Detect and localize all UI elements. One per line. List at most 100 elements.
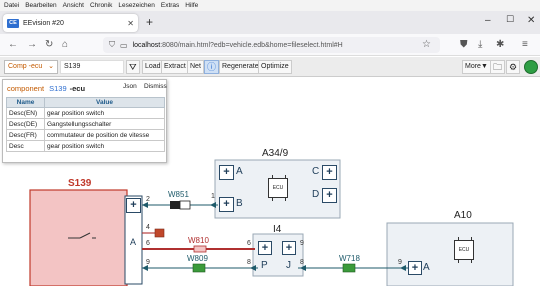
maximize-icon[interactable]: ☐	[506, 14, 514, 25]
downloads-icon[interactable]: ⤓	[478, 39, 482, 51]
table-row: Desc(FR) commutateur de position de vite…	[6, 129, 165, 141]
a34-title[interactable]: A34/9	[262, 148, 288, 159]
i4-pin-p-label: P	[261, 260, 268, 271]
connector-stub-red	[154, 228, 165, 238]
popup-kind: component	[7, 84, 45, 93]
pin-number: 1	[211, 193, 215, 200]
filter-icon[interactable]: ⛛	[126, 60, 140, 74]
i4-pin-p-expand-icon[interactable]: +	[258, 241, 272, 255]
table-row: Desc(EN) gear position switch	[6, 107, 165, 119]
wire-label-w809[interactable]: W809	[187, 254, 208, 263]
extract-button[interactable]: Extract	[161, 60, 189, 74]
a34-pin-d-expand-icon[interactable]: +	[322, 188, 337, 203]
a10-pin-a-label: A	[423, 262, 430, 273]
app-toolbar: Comp -ecu ⌄ S139 ⛛ Load Extract Net ⓘ Reg…	[0, 57, 540, 77]
component-type-select[interactable]: Comp -ecu ⌄	[4, 60, 58, 74]
a10-ecu-chip-icon: ECU	[454, 237, 474, 263]
menu-lesezeichen[interactable]: Lesezeichen	[118, 2, 155, 9]
properties-table: Name Value Desc(EN) gear position switch…	[6, 97, 165, 152]
s139-body[interactable]	[29, 189, 128, 286]
url-bar[interactable]: ⛉ ▭ localhost:8080/main.html?edb=vehicle…	[103, 37, 440, 53]
a34-pin-c-label: C	[312, 166, 320, 177]
menu-bearbeiten[interactable]: Bearbeiten	[25, 2, 56, 9]
i4-title[interactable]: I4	[273, 224, 281, 235]
tab-title: EEvision #20	[23, 19, 64, 27]
optimize-button[interactable]: Optimize	[258, 60, 292, 74]
more-button[interactable]: More▼	[462, 60, 491, 74]
close-window-icon[interactable]: ✕	[527, 15, 535, 26]
status-indicator	[524, 60, 538, 74]
minimize-icon[interactable]: –	[485, 15, 491, 26]
new-tab-icon[interactable]: +	[146, 15, 153, 29]
component-info-popup: component S139 -ecu Json Dismiss Name Va…	[2, 79, 167, 163]
wire-label-w851[interactable]: W851	[168, 190, 189, 199]
menu-hilfe[interactable]: Hilfe	[185, 2, 198, 9]
bookmark-star-icon[interactable]: ☆	[422, 39, 431, 51]
a34-pin-b-label: B	[236, 198, 243, 209]
page-info-icon[interactable]: ▭	[120, 41, 128, 50]
net-button[interactable]: Net	[187, 60, 204, 74]
row-name: Desc(EN)	[6, 107, 45, 119]
favicon-icon: CE	[7, 18, 19, 28]
component-search-input[interactable]: S139	[60, 60, 124, 74]
a34-pin-a-expand-icon[interactable]: +	[219, 165, 234, 180]
i4-pin-j-label: J	[286, 260, 291, 271]
s139-title[interactable]: S139	[68, 178, 91, 189]
a34-pin-c-expand-icon[interactable]: +	[322, 165, 337, 180]
pin-number: 4	[146, 224, 150, 231]
row-value: Gangstellungsschalter	[44, 118, 165, 130]
pocket-icon[interactable]: ⛊	[460, 39, 468, 51]
row-value: commutateur de position de vitesse	[44, 129, 165, 141]
i4-pin-j-expand-icon[interactable]: +	[282, 241, 296, 255]
pin-number: 6	[146, 240, 150, 247]
a34-pin-d-label: D	[312, 189, 320, 200]
json-link[interactable]: Json	[123, 83, 137, 90]
pin-number: 8	[300, 259, 304, 266]
menu-extras[interactable]: Extras	[161, 2, 179, 9]
pin-number: 8	[247, 259, 251, 266]
close-tab-icon[interactable]: ✕	[127, 19, 134, 28]
reload-icon[interactable]: ↻	[45, 39, 53, 51]
menu-datei[interactable]: Datei	[4, 2, 19, 9]
pin-number: 9	[398, 259, 402, 266]
home-icon[interactable]: ⌂	[62, 39, 68, 51]
row-name: Desc(DE)	[6, 118, 45, 130]
popup-header: component S139 -ecu Json Dismiss	[7, 83, 167, 94]
info-icon[interactable]: ⓘ	[204, 60, 220, 74]
tab-bar: CE EEvision #20 ✕ + – ☐ ✕	[0, 11, 540, 34]
menu-icon[interactable]: ≡	[522, 39, 528, 51]
menu-ansicht[interactable]: Ansicht	[63, 2, 84, 9]
pin-number: 2	[146, 196, 150, 203]
a34-pin-a-label: A	[236, 166, 243, 177]
a10-body[interactable]	[386, 222, 514, 286]
menubar: Datei Bearbeiten Ansicht Chronik Lesezei…	[0, 0, 540, 11]
popup-tag: -ecu	[69, 84, 86, 93]
table-row: Desc(DE) Gangstellungsschalter	[6, 118, 165, 130]
wire-label-w718[interactable]: W718	[339, 254, 360, 263]
dismiss-button[interactable]: Dismiss	[144, 83, 167, 90]
pin-number: 9	[146, 259, 150, 266]
row-value: gear position switch	[44, 107, 165, 119]
settings-gear-icon[interactable]: ⚙	[506, 60, 521, 74]
s139-connector-label: A	[130, 237, 137, 247]
popup-component-id[interactable]: S139	[49, 84, 67, 93]
nav-bar: ← → ↻ ⌂ ⛉ ▭ localhost:8080/main.html?edb…	[0, 34, 540, 56]
a10-pin-a-expand-icon[interactable]: +	[408, 261, 422, 275]
regenerate-button[interactable]: Regenerate	[219, 60, 262, 74]
a34-pin-b-expand-icon[interactable]: +	[219, 197, 234, 212]
extensions-icon[interactable]: ✱	[496, 39, 504, 51]
s139-pin-expand-icon[interactable]: +	[126, 198, 141, 213]
folder-icon[interactable]: 🗀	[490, 60, 506, 74]
pin-number: 9	[300, 240, 304, 247]
browser-tab[interactable]: CE EEvision #20 ✕	[3, 14, 138, 32]
chevron-down-icon: ⌄	[48, 63, 54, 70]
menu-chronik[interactable]: Chronik	[90, 2, 112, 9]
forward-icon[interactable]: →	[27, 39, 37, 51]
column-header-name: Name	[6, 97, 45, 108]
a10-title[interactable]: A10	[454, 210, 472, 221]
back-icon[interactable]: ←	[8, 39, 18, 51]
row-name: Desc	[6, 140, 45, 152]
column-header-value: Value	[44, 97, 165, 108]
wire-label-w810[interactable]: W810	[188, 236, 209, 245]
table-row: Desc gear position switch	[6, 140, 165, 152]
